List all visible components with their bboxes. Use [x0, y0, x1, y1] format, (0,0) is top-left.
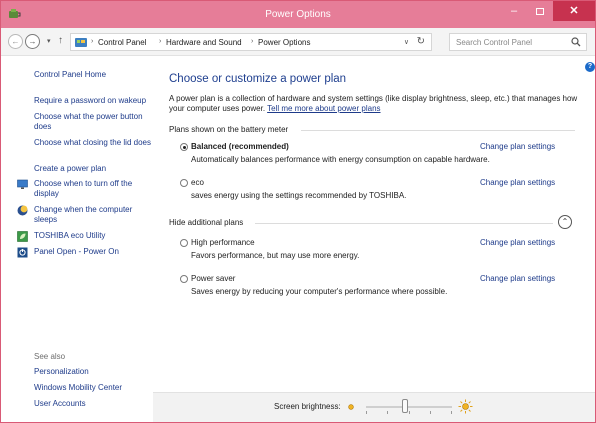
moon-icon: [17, 205, 28, 216]
intro-text: A power plan is a collection of hardware…: [169, 94, 584, 114]
address-dropdown-icon[interactable]: ∨: [404, 38, 409, 46]
collapse-icon[interactable]: ⌃: [558, 215, 572, 229]
minimize-button[interactable]: –: [501, 1, 527, 21]
panel-open-icon: [17, 247, 28, 258]
sidebar-item-user-accounts[interactable]: User Accounts: [34, 399, 154, 409]
forward-button[interactable]: →: [25, 34, 40, 49]
slider-tick: [409, 411, 410, 414]
search-placeholder: Search Control Panel: [456, 38, 533, 47]
sidebar: Control Panel Home Require a password on…: [1, 57, 161, 422]
sidebar-item-panel-open[interactable]: Panel Open - Power On: [34, 247, 154, 257]
brightness-slider-track[interactable]: [366, 406, 452, 408]
plan-radio-power-saver[interactable]: [180, 275, 188, 283]
sidebar-item-power-button[interactable]: Choose what the power button does: [34, 112, 154, 132]
brightness-slider-thumb[interactable]: [401, 399, 408, 413]
title-bar[interactable]: Power Options – ✕: [1, 1, 595, 28]
recent-locations-dropdown[interactable]: ▾: [47, 37, 51, 45]
sidebar-item-computer-sleeps[interactable]: Change when the computer sleeps: [34, 205, 154, 225]
brightness-label: Screen brightness:: [274, 402, 341, 411]
help-icon[interactable]: ?: [585, 62, 595, 72]
hidden-plans-heading: Hide additional plans: [169, 218, 244, 227]
control-panel-icon: [75, 38, 87, 47]
sun-dim-icon: [348, 404, 354, 410]
divider: [301, 130, 575, 131]
slider-tick: [451, 411, 452, 414]
change-plan-settings-high-performance[interactable]: Change plan settings: [480, 238, 555, 247]
plan-name-power-saver[interactable]: Power saver: [191, 274, 235, 283]
plan-radio-balanced[interactable]: [180, 143, 188, 151]
see-also-heading: See also: [34, 352, 66, 361]
back-button[interactable]: ←: [8, 34, 23, 49]
sidebar-item-create-plan[interactable]: Create a power plan: [34, 164, 154, 174]
divider: [255, 223, 553, 224]
main-content: ? Choose or customize a power plan A pow…: [161, 57, 595, 422]
power-options-window: Power Options – ✕ ← → ▾ ↑ › Control Pane…: [0, 0, 596, 423]
breadcrumb-power-options[interactable]: Power Options: [258, 38, 310, 47]
breadcrumb-control-panel[interactable]: Control Panel: [98, 38, 146, 47]
sidebar-item-toshiba-eco[interactable]: TOSHIBA eco Utility: [34, 231, 154, 241]
slider-tick: [430, 411, 431, 414]
plan-name-high-performance[interactable]: High performance: [191, 238, 255, 247]
slider-tick: [366, 411, 367, 414]
up-button[interactable]: ↑: [58, 35, 63, 46]
maximize-button[interactable]: [527, 1, 553, 21]
learn-more-link[interactable]: Tell me more about power plans: [267, 104, 380, 113]
sidebar-item-personalization[interactable]: Personalization: [34, 367, 154, 377]
change-plan-settings-eco[interactable]: Change plan settings: [480, 178, 555, 187]
address-bar: ← → ▾ ↑ › Control Panel › Hardware and S…: [1, 28, 595, 56]
breadcrumb-separator: ›: [91, 38, 94, 45]
maximize-icon: [536, 7, 544, 15]
footer-bar: Screen brightness:: [153, 392, 595, 422]
breadcrumb-separator: ›: [251, 38, 254, 45]
plan-desc-power-saver: Saves energy by reducing your computer's…: [191, 287, 448, 296]
sidebar-item-mobility-center[interactable]: Windows Mobility Center: [34, 383, 154, 393]
breadcrumb-hardware-and-sound[interactable]: Hardware and Sound: [166, 38, 242, 47]
monitor-icon: [17, 179, 28, 189]
change-plan-settings-power-saver[interactable]: Change plan settings: [480, 274, 555, 283]
breadcrumb-separator: ›: [159, 38, 162, 45]
search-icon[interactable]: [571, 37, 581, 47]
change-plan-settings-balanced[interactable]: Change plan settings: [480, 142, 555, 151]
close-button[interactable]: ✕: [553, 1, 595, 21]
sidebar-item-turn-off-display[interactable]: Choose when to turn off the display: [34, 179, 154, 199]
plan-name-balanced[interactable]: Balanced (recommended): [191, 142, 289, 151]
plan-radio-eco[interactable]: [180, 179, 188, 187]
leaf-icon: [17, 231, 28, 242]
page-title: Choose or customize a power plan: [169, 73, 347, 85]
search-input[interactable]: Search Control Panel: [449, 33, 587, 51]
plan-radio-high-performance[interactable]: [180, 239, 188, 247]
sidebar-item-closing-lid[interactable]: Choose what closing the lid does: [34, 138, 154, 148]
refresh-icon[interactable]: ↻: [417, 36, 425, 47]
sun-icon: [458, 399, 473, 414]
plan-desc-balanced: Automatically balances performance with …: [191, 155, 490, 164]
plan-name-eco[interactable]: eco: [191, 178, 204, 187]
address-path[interactable]: › Control Panel › Hardware and Sound › P…: [70, 33, 432, 51]
plan-desc-eco: saves energy using the settings recommen…: [191, 191, 407, 200]
sidebar-item-control-panel-home[interactable]: Control Panel Home: [34, 70, 154, 80]
battery-plans-heading: Plans shown on the battery meter: [169, 125, 289, 134]
plan-desc-high-performance: Favors performance, but may use more ene…: [191, 251, 360, 260]
sidebar-item-require-password[interactable]: Require a password on wakeup: [34, 96, 154, 106]
slider-tick: [387, 411, 388, 414]
